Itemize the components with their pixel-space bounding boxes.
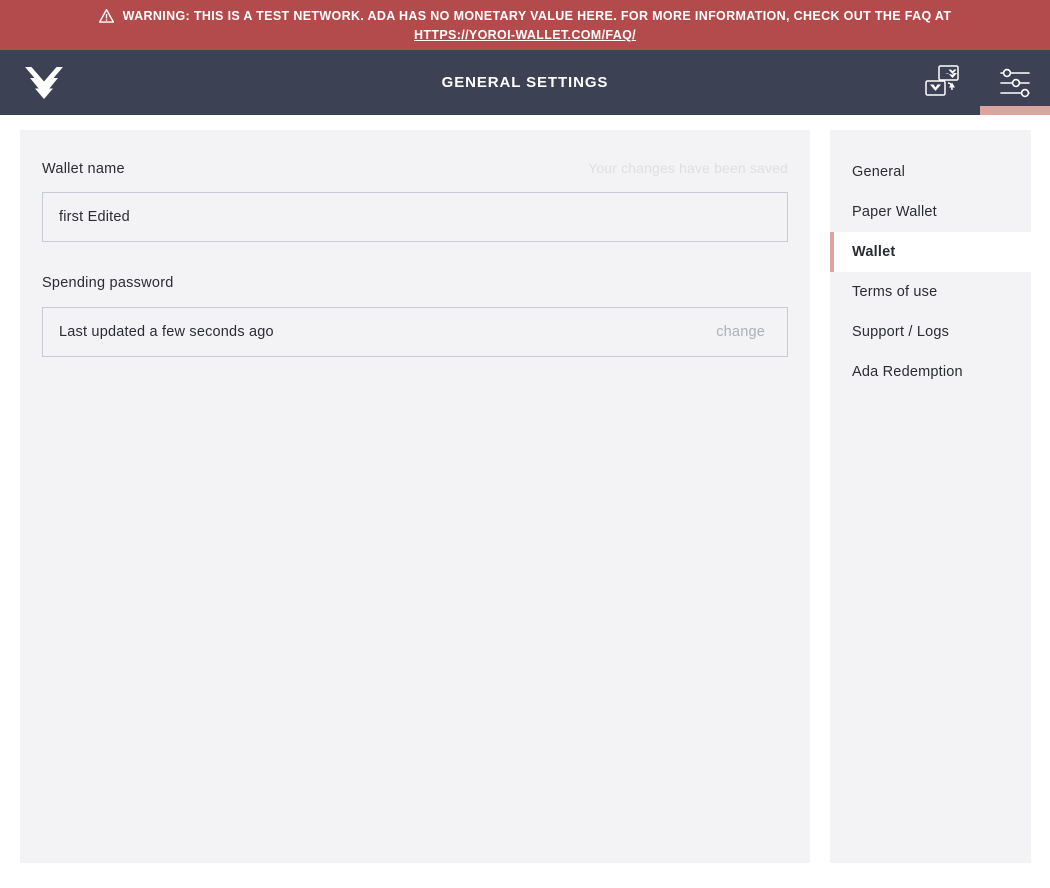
page-title: GENERAL SETTINGS <box>441 74 609 91</box>
menu-item-terms-of-use[interactable]: Terms of use <box>830 272 1031 312</box>
menu-item-label: Support / Logs <box>852 324 950 340</box>
wallet-settings-panel: Wallet name Your changes have been saved… <box>20 130 810 863</box>
password-last-updated-text: Last updated a few seconds ago <box>59 324 274 340</box>
menu-item-general[interactable]: General <box>830 152 1031 192</box>
wallet-name-input[interactable] <box>42 192 788 242</box>
page-body: Wallet name Your changes have been saved… <box>0 115 1050 888</box>
menu-item-ada-redemption[interactable]: Ada Redemption <box>830 352 1031 392</box>
spending-password-header: Spending password <box>42 275 788 297</box>
menu-item-label: Wallet <box>852 244 896 260</box>
warning-triangle-icon <box>98 9 114 23</box>
spending-password-field-block: Spending password Last updated a few sec… <box>42 275 788 357</box>
menu-item-wallet[interactable]: Wallet <box>830 232 1031 272</box>
spending-password-row[interactable]: Last updated a few seconds ago change <box>42 307 788 357</box>
settings-sliders-icon[interactable] <box>980 50 1050 115</box>
faq-link[interactable]: HTTPS://YOROI-WALLET.COM/FAQ/ <box>414 26 636 44</box>
wallet-name-field-block: Wallet name Your changes have been saved <box>42 160 788 242</box>
menu-item-label: General <box>852 164 905 180</box>
menu-item-support-logs[interactable]: Support / Logs <box>830 312 1031 352</box>
spending-password-label: Spending password <box>42 275 174 291</box>
changes-saved-message: Your changes have been saved <box>588 160 788 176</box>
menu-item-label: Terms of use <box>852 284 938 300</box>
wallet-switch-icon[interactable] <box>910 50 980 115</box>
change-password-link[interactable]: change <box>716 324 771 340</box>
menu-item-paper-wallet[interactable]: Paper Wallet <box>830 192 1031 232</box>
warning-message-row: WARNING: THIS IS A TEST NETWORK. ADA HAS… <box>98 8 952 24</box>
test-network-warning-banner: WARNING: THIS IS A TEST NETWORK. ADA HAS… <box>0 0 1050 50</box>
header-actions <box>910 50 1050 115</box>
wallet-name-label: Wallet name <box>42 161 125 177</box>
app-header: GENERAL SETTINGS <box>0 50 1050 115</box>
menu-item-label: Ada Redemption <box>852 364 963 380</box>
wallet-name-header: Wallet name Your changes have been saved <box>42 160 788 182</box>
warning-message-text: WARNING: THIS IS A TEST NETWORK. ADA HAS… <box>122 9 952 23</box>
settings-menu: General Paper Wallet Wallet Terms of use… <box>830 130 1031 863</box>
menu-item-label: Paper Wallet <box>852 204 937 220</box>
